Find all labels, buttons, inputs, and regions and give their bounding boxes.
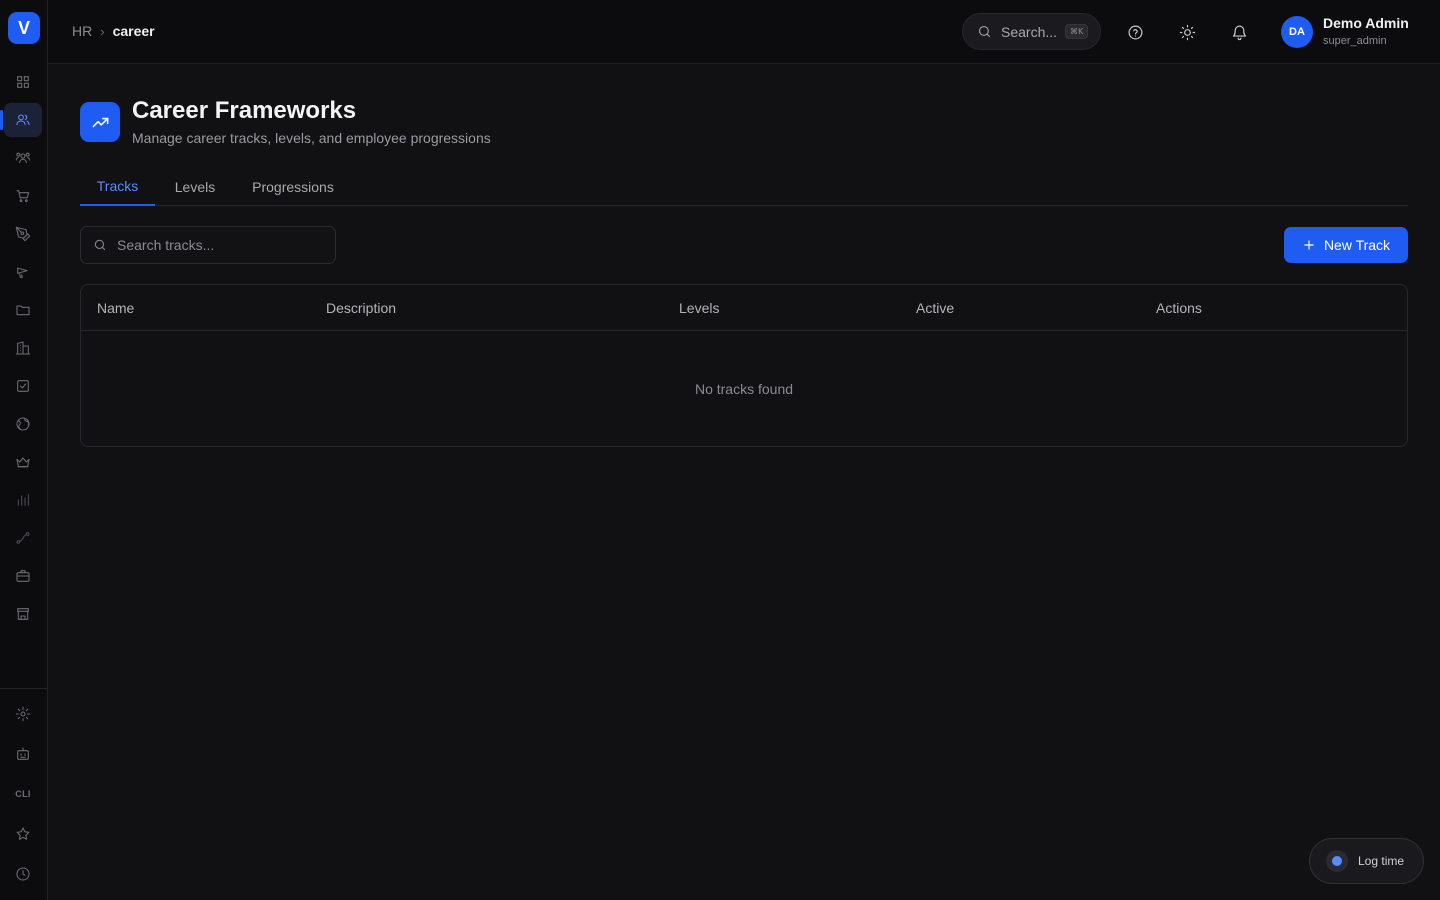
page-icon	[80, 102, 120, 142]
empty-state: No tracks found	[694, 381, 794, 397]
breadcrumb: HR › career	[72, 23, 155, 39]
sidebar-item-design[interactable]	[4, 217, 42, 251]
tab-tracks[interactable]: Tracks	[80, 168, 155, 206]
sidebar-item-users[interactable]	[4, 103, 42, 137]
bot-icon	[17, 747, 29, 760]
new-track-button[interactable]: New Track	[1284, 227, 1408, 263]
sidebar-item-analytics[interactable]	[4, 483, 42, 517]
route-icon	[16, 532, 30, 544]
settings-icon	[15, 706, 31, 722]
plus-icon	[1304, 240, 1314, 250]
chevron-right-icon: ›	[100, 23, 105, 39]
briefcase-icon	[16, 570, 30, 582]
sun-icon	[1179, 24, 1195, 40]
notifications-button[interactable]	[1227, 20, 1251, 44]
top-header: HR › career Search... ⌘K DA Demo Admin s…	[48, 0, 1440, 64]
cart-icon	[16, 190, 30, 203]
check-square-icon	[17, 380, 29, 392]
dashboard-icon	[17, 76, 29, 88]
building-icon	[15, 341, 31, 355]
sidebar-item-settings[interactable]	[4, 697, 42, 731]
log-time-label: Log time	[1358, 854, 1405, 868]
table-header: Name Description Levels Active Actions	[81, 285, 1407, 331]
pen-tool-icon	[15, 226, 31, 242]
active-nav-indicator	[0, 110, 3, 130]
sidebar: V CLI	[0, 0, 48, 900]
star-icon	[16, 827, 30, 840]
users-icon	[16, 114, 30, 126]
breadcrumb-root[interactable]: HR	[72, 23, 92, 39]
search-icon	[94, 239, 106, 251]
timer-icon	[1326, 850, 1348, 872]
log-time-button[interactable]: Log time	[1309, 838, 1424, 884]
sidebar-item-global[interactable]	[4, 407, 42, 441]
column-header-levels[interactable]: Levels	[679, 300, 719, 316]
help-icon	[1128, 25, 1142, 39]
sidebar-item-history[interactable]	[4, 857, 42, 891]
new-track-label: New Track	[1323, 237, 1391, 253]
clock-icon	[16, 867, 30, 881]
bell-icon	[1232, 25, 1246, 40]
column-header-active[interactable]: Active	[916, 300, 954, 316]
store-icon	[17, 608, 29, 620]
breadcrumb-current: career	[112, 23, 155, 39]
megaphone-icon	[17, 267, 28, 278]
sidebar-item-routes[interactable]	[4, 521, 42, 555]
tab-bar: Tracks Levels Progressions	[80, 168, 1408, 206]
sidebar-item-premium[interactable]	[4, 445, 42, 479]
sidebar-item-dashboard[interactable]	[4, 65, 42, 99]
sidebar-item-store[interactable]	[4, 597, 42, 631]
sidebar-item-files[interactable]	[4, 293, 42, 327]
sidebar-divider	[0, 688, 48, 689]
globe-icon	[16, 417, 30, 431]
sidebar-item-cli[interactable]: CLI	[4, 777, 42, 811]
user-name: Demo Admin	[1323, 15, 1409, 31]
folder-icon	[16, 305, 30, 316]
sidebar-item-jobs[interactable]	[4, 559, 42, 593]
sidebar-item-favorites[interactable]	[4, 817, 42, 851]
sidebar-item-marketing[interactable]	[4, 255, 42, 289]
shortcut-badge: ⌘K	[1065, 24, 1089, 39]
sidebar-item-team[interactable]	[4, 141, 42, 175]
user-avatar[interactable]: DA	[1281, 16, 1313, 48]
tracks-search	[80, 226, 336, 264]
cli-icon: CLI	[15, 789, 31, 799]
tab-progressions[interactable]: Progressions	[235, 168, 351, 206]
column-header-actions: Actions	[1156, 300, 1202, 316]
tracks-table: Name Description Levels Active Actions N…	[80, 284, 1408, 447]
page-title: Career Frameworks	[132, 97, 357, 124]
bar-chart-icon	[17, 494, 29, 506]
crown-icon	[16, 457, 30, 468]
sidebar-item-bot[interactable]	[4, 737, 42, 771]
global-search-button[interactable]: Search... ⌘K	[962, 13, 1101, 50]
sidebar-item-tasks[interactable]	[4, 369, 42, 403]
team-icon	[15, 152, 31, 164]
help-button[interactable]	[1123, 20, 1147, 44]
column-header-description[interactable]: Description	[326, 300, 396, 316]
trending-up-icon	[92, 117, 108, 127]
search-icon	[978, 25, 991, 38]
sidebar-item-cart[interactable]	[4, 179, 42, 213]
global-search-placeholder: Search...	[1001, 23, 1058, 40]
user-role: super_admin	[1323, 35, 1387, 47]
tracks-search-input[interactable]	[117, 237, 317, 253]
tab-levels[interactable]: Levels	[155, 168, 235, 206]
theme-toggle-button[interactable]	[1175, 20, 1199, 44]
column-header-name[interactable]: Name	[97, 300, 134, 316]
app-logo[interactable]: V	[8, 12, 40, 44]
page-subtitle: Manage career tracks, levels, and employ…	[132, 130, 491, 146]
sidebar-item-company[interactable]	[4, 331, 42, 365]
